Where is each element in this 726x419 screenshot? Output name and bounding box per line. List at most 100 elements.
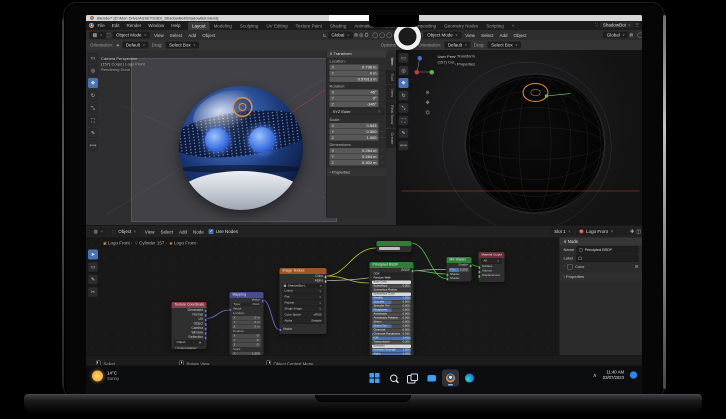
slot-dropdown[interactable]: Slot 1∨ (551, 228, 575, 235)
use-nodes-checkbox[interactable]: ✓ (209, 229, 214, 234)
image-option-dropdown[interactable]: Repeat∨ (282, 301, 324, 307)
editor-type-button[interactable]: ▦∨ (89, 31, 106, 39)
workspace-tab[interactable]: UV Editing (262, 22, 291, 30)
node-texture-coordinate[interactable]: Texture Coordinate GeneratedNormalUVObje… (171, 302, 207, 350)
cursor-tool-icon[interactable]: ◎ (88, 66, 98, 76)
collapsed-panel-header[interactable]: › Transform (455, 54, 476, 59)
taskbar-clock[interactable]: 11:40 AM 03/07/2023 (603, 370, 624, 381)
orientation-dropdown[interactable]: Default∨ (122, 42, 148, 49)
node-name-field[interactable]: ▢Principled BSDF (577, 246, 639, 254)
node-row[interactable]: Z0° (232, 343, 261, 347)
scale-tool-icon[interactable]: ⤡ (88, 103, 98, 113)
camera-gadget-icon[interactable]: ⏣ (426, 110, 430, 116)
viewport-menu-item[interactable]: View (462, 33, 478, 38)
viewport-menu-item[interactable]: Object (511, 33, 530, 38)
search-button[interactable] (385, 370, 402, 387)
gizmo-icon[interactable]: ⛭ (365, 32, 369, 38)
3d-viewport-right[interactable]: User Pers (157) Cor › Transform› Propert… (396, 50, 642, 225)
gizmo-y-axis-icon[interactable] (430, 70, 435, 75)
node-row[interactable]: Type:Point (232, 303, 261, 307)
pan-gadget-icon[interactable]: ✥ (426, 100, 430, 106)
viewport-menu-item[interactable]: Add (185, 33, 199, 38)
chat-button[interactable] (423, 370, 440, 387)
keyframe-dot-icon[interactable]: ◦ (380, 124, 385, 128)
image-option-dropdown[interactable]: Flat∨ (282, 295, 324, 301)
location-field-row[interactable]: 0.57813 m◦ (330, 77, 385, 83)
node-menu-item[interactable]: Select (157, 230, 176, 235)
mix-shader-row[interactable]: Shader (447, 277, 472, 281)
weather-widget[interactable]: 14°CSunny (92, 371, 119, 382)
move-tool-icon[interactable]: ✥ (88, 78, 98, 88)
rotation-field-row[interactable]: X45°◦ (330, 90, 385, 96)
editor-type-button[interactable]: ◍∨ (90, 228, 106, 236)
keyframe-dot-icon[interactable]: ◦ (380, 72, 385, 76)
keyframe-dot-icon[interactable]: ◦ (380, 155, 385, 159)
keyframe-dot-icon[interactable]: ◦ (380, 136, 385, 140)
workspace-tab[interactable]: Geometry Nodes (440, 22, 482, 30)
keyframe-dot-icon[interactable]: ◦ (380, 130, 385, 134)
rotate-tool-icon[interactable]: ↻ (399, 91, 409, 101)
image-selector[interactable]: ▦ShadowBot-L✕ (282, 284, 324, 289)
node-menu-item[interactable]: Add (176, 230, 190, 235)
sidebar-tab[interactable]: View (386, 85, 396, 101)
3d-viewport-left[interactable]: Camera Perspective (157) Corps | Logo Fr… (86, 50, 396, 225)
menu-item[interactable]: Help (168, 23, 184, 28)
keyframe-dot-icon[interactable]: ◦ (380, 97, 385, 101)
menu-item[interactable]: Window (145, 23, 168, 28)
keyframe-dot-icon[interactable]: ◦ (380, 78, 385, 82)
object-field[interactable]: Object:◈ (174, 340, 204, 346)
keyframe-dot-icon[interactable]: ◦ (380, 103, 385, 107)
rotation-field-row[interactable]: Z-345°◦ (330, 102, 385, 108)
node-material-output[interactable]: Material Output All∨ SurfaceVolumeDispla… (478, 252, 505, 283)
workspace-tab[interactable]: Modeling (210, 22, 236, 30)
rotate-tool-icon[interactable]: ↻ (88, 91, 98, 101)
shader-output-socket[interactable]: Shader (447, 263, 472, 268)
snap-magnet-icon[interactable]: ⋒ (629, 32, 633, 38)
scale-field-row[interactable]: X0.543◦ (330, 123, 385, 129)
scale-tool-icon[interactable]: ⤡ (399, 103, 409, 113)
transform-orientation-dropdown[interactable]: Global∨ (328, 32, 353, 39)
color-checkbox[interactable] (567, 264, 573, 270)
shader-type-dropdown[interactable]: ⬚Object∨ (108, 228, 139, 235)
tray-chevron-icon[interactable]: ∧ (593, 372, 597, 379)
node-label-field[interactable]: ▢ (576, 255, 639, 263)
viewport-menu-item[interactable]: View (151, 33, 167, 38)
drag-dropdown[interactable]: Select Box∨ (166, 42, 200, 49)
location-field-row[interactable]: Y0 m◦ (330, 71, 385, 77)
from-instancer-row[interactable]: ☐ From Instancer (172, 346, 207, 350)
scale-field-row[interactable]: Y0.500◦ (330, 129, 385, 135)
menu-item[interactable]: File (94, 23, 108, 28)
mix-shader-row[interactable]: Fac0.500 (449, 268, 469, 272)
workspace-tab[interactable]: + (508, 22, 519, 30)
orientation-dropdown[interactable]: Default∨ (444, 42, 470, 49)
node-mix-shader[interactable]: Mix Shader Shader Fac0.500ShaderShader (446, 257, 472, 283)
vector-input-socket[interactable]: Vector (280, 327, 327, 332)
task-view-button[interactable] (404, 370, 421, 387)
select-box-tool-icon[interactable]: ▭ (88, 53, 98, 63)
rotation-field-row[interactable]: Y0°◦ (330, 96, 385, 102)
transform-tool-icon[interactable]: ⛶ (88, 116, 98, 126)
workspace-tab[interactable]: Sculpting (236, 22, 263, 30)
scale-field-row[interactable]: Z1.000◦ (330, 135, 385, 141)
mode-dropdown[interactable]: Object Mode∨ (113, 32, 151, 39)
alpha-output-socket[interactable]: Alpha (280, 279, 327, 284)
transform-panel-header[interactable]: ∨ Transform (327, 50, 387, 58)
sidebar-tab[interactable]: Tool (386, 70, 396, 84)
dimension-field-row[interactable]: Z0.302 m◦ (330, 160, 385, 166)
sidebar-tab[interactable]: Item (386, 54, 396, 69)
proportional-edit-icon[interactable]: ◎ (359, 32, 363, 38)
workspace-tab[interactable]: Texture Paint (292, 22, 326, 30)
move-tool-icon[interactable]: ✥ (399, 78, 409, 88)
view-layer-icon[interactable]: ☷ (635, 23, 639, 28)
menu-item[interactable]: Render (123, 23, 145, 28)
sidebar-tab[interactable]: Create (386, 129, 396, 148)
scene-selector[interactable]: ⛶ ShadowBot∨ ☷ (595, 22, 639, 28)
cursor-tool-icon[interactable]: ◎ (399, 66, 409, 76)
target-dropdown[interactable]: All∨ (481, 259, 502, 265)
snap-magnet-icon[interactable]: ⋒ (354, 32, 358, 38)
viewport-menu-item[interactable]: Select (478, 33, 497, 38)
node-principled-bsdf[interactable]: Principled BSDF BSDF GGXRandom WalkBase … (369, 262, 414, 356)
mode-dropdown[interactable]: Object Mode∨ (424, 32, 462, 39)
node-menu-item[interactable]: Node (190, 230, 207, 235)
node-properties-header[interactable]: › Properties (560, 273, 643, 281)
